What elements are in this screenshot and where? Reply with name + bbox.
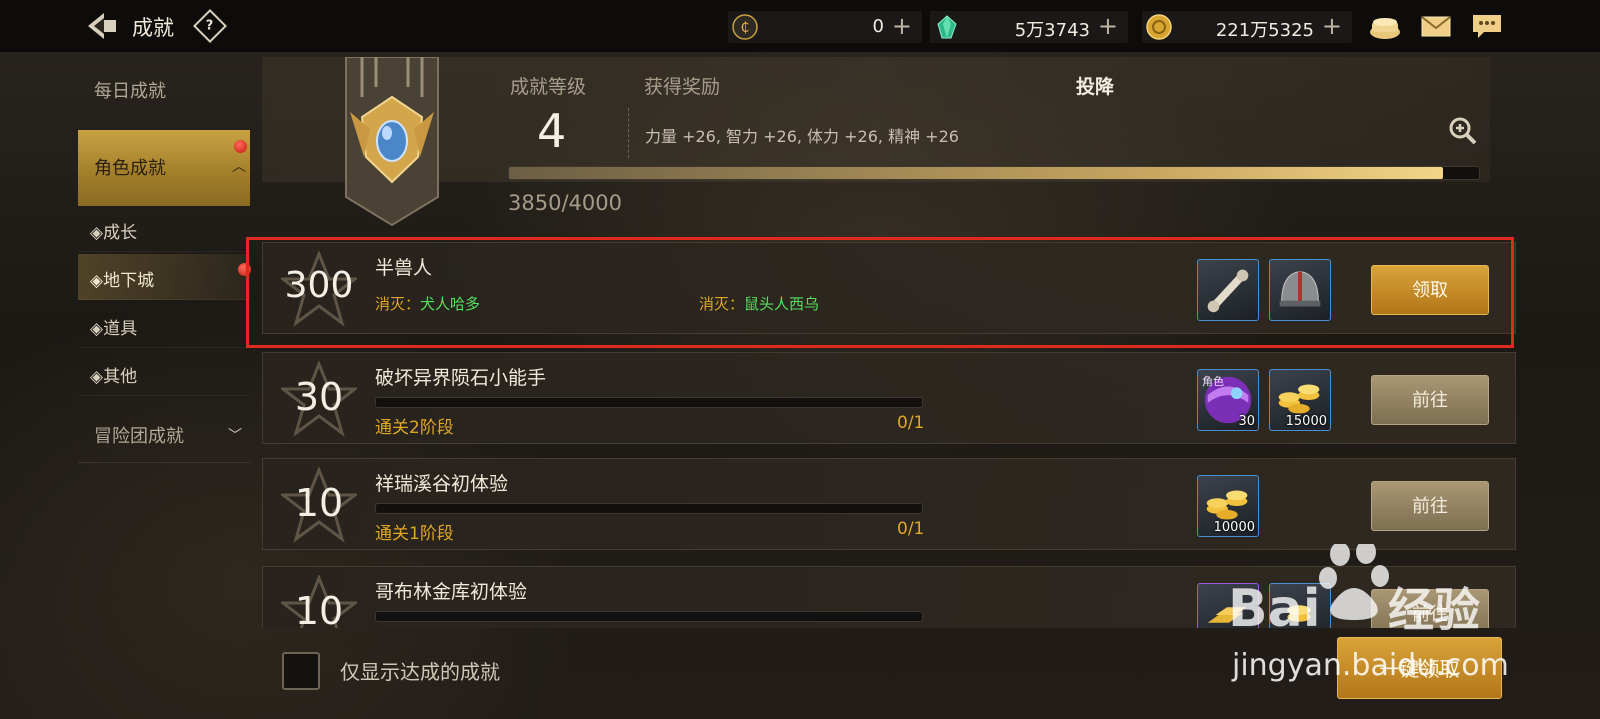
achievement-points: 10 (294, 481, 344, 525)
item-badge: 角色 (1202, 375, 1224, 388)
achievement-level: 4 (537, 104, 567, 158)
show-completed-checkbox[interactable] (282, 652, 320, 690)
chevron-down-icon: ﹀ (228, 428, 242, 444)
item-quantity: 15000 (1285, 414, 1327, 429)
page-title: 成就 (132, 16, 174, 40)
sidebar-sub-items[interactable]: ◈道具 (78, 302, 250, 348)
level-progress-text: 3850/4000 (508, 191, 622, 215)
level-label: 成就等级 (510, 76, 587, 98)
watermark-url: jingyan.baidu.com (1232, 648, 1509, 683)
achievement-emblem-icon (345, 57, 439, 227)
level-progress-fill (509, 167, 1443, 179)
reward-stats: 力量 +26, 智力 +26, 体力 +26, 精神 +26 (645, 127, 959, 146)
gold-value: 221万5325 (1215, 20, 1314, 41)
svg-text:Bai: Bai (1228, 579, 1321, 639)
help-icon[interactable]: ? (193, 9, 227, 43)
green-crystal-icon (937, 15, 957, 39)
currency-gold: 221万5325 + (1142, 11, 1352, 43)
achievement-row: 30 破坏异界陨石小能手 通关2阶段 0/1 角色 30 15000 前往 (262, 352, 1516, 444)
reward-label: 获得奖励 (644, 76, 721, 98)
credit-add-button[interactable]: + (892, 12, 912, 40)
credit-coin-icon: ₵ (732, 14, 758, 40)
sidebar-item-adventure[interactable]: 冒险团成就 (78, 405, 250, 463)
achievement-name: 哥布林金库初体验 (375, 581, 528, 603)
gold-coin-icon (1146, 14, 1172, 40)
currency-credit: ₵ 0 + (728, 11, 922, 43)
chat-icon[interactable] (1470, 12, 1504, 40)
goto-button[interactable]: 前往 (1371, 481, 1489, 531)
level-progress-bar (508, 166, 1480, 180)
sidebar-sub-other[interactable]: ◈其他 (78, 350, 250, 396)
mail-icon[interactable] (1419, 12, 1453, 40)
achievement-points: 30 (294, 375, 344, 419)
goto-button[interactable]: 前往 (1371, 375, 1489, 425)
sidebar-sub-dungeon[interactable]: ◈地下城 (78, 254, 250, 300)
achievement-level-panel (262, 57, 1490, 182)
sidebar-sub-growth[interactable]: ◈成长 (78, 206, 250, 252)
achievement-points: 10 (294, 589, 344, 628)
gold-stack-icon[interactable]: 10000 (1197, 475, 1259, 537)
zoom-in-icon[interactable] (1448, 116, 1478, 146)
gold-add-button[interactable]: + (1322, 12, 1342, 40)
currency-crystal: 5万3743 + (930, 11, 1128, 43)
highlight-box (246, 237, 1514, 348)
back-arrow-icon[interactable] (84, 8, 120, 44)
baidu-watermark-logo: Bai 经验 (1228, 544, 1480, 639)
svg-text:₵: ₵ (741, 20, 750, 36)
sidebar-item-character[interactable]: 角色成就 (78, 130, 250, 206)
achievement-name: 祥瑞溪谷初体验 (375, 473, 509, 495)
achievement-name: 破坏异界陨石小能手 (375, 367, 547, 389)
achievement-count: 0/1 (897, 519, 925, 539)
title-reward: 投降 (1076, 76, 1115, 98)
show-completed-label: 仅显示达成的成就 (340, 660, 500, 684)
gold-stack-icon[interactable]: 15000 (1269, 369, 1331, 431)
crystal-add-button[interactable]: + (1098, 12, 1118, 40)
achievement-condition: 通关1阶段 (375, 524, 454, 544)
achievement-progress-bar (375, 503, 923, 514)
top-bar: 成就 ? ₵ 0 + 5万3743 + 221万5325 + (0, 0, 1600, 52)
purple-ticket-icon[interactable]: 角色 30 (1197, 369, 1259, 431)
notification-dot (234, 140, 247, 153)
achievement-count: 0/1 (897, 413, 925, 433)
achievement-progress-bar (375, 397, 923, 408)
achievement-progress-bar (375, 611, 923, 622)
sidebar-item-daily[interactable]: 每日成就 (78, 60, 250, 118)
achievement-condition: 通关2阶段 (375, 418, 454, 438)
item-quantity: 30 (1238, 414, 1255, 429)
achievement-row: 10 祥瑞溪谷初体验 通关1阶段 0/1 10000 前往 (262, 458, 1516, 550)
item-quantity: 10000 (1213, 520, 1255, 535)
credit-value: 0 (872, 16, 884, 37)
divider (628, 108, 629, 158)
chevron-up-icon: ︿ (232, 159, 246, 175)
bag-icon[interactable] (1368, 12, 1402, 40)
sidebar-item-character-label: 角色成就 (94, 158, 166, 179)
svg-text:经验: 经验 (1388, 583, 1480, 637)
crystal-value: 5万3743 (1014, 20, 1090, 41)
